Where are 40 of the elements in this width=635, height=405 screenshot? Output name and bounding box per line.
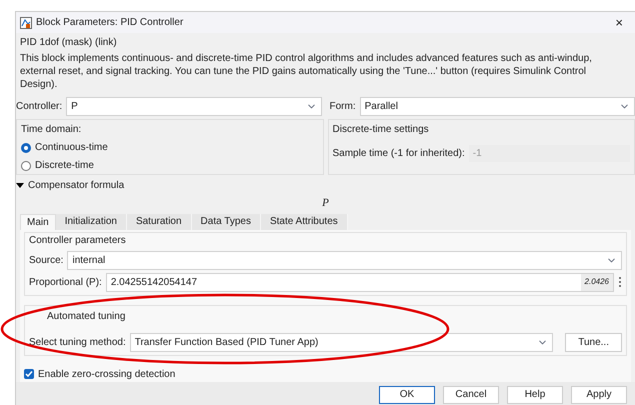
radio-label: Discrete-time	[35, 159, 94, 173]
panel-title: Time domain:	[21, 123, 82, 137]
dialog-button[interactable]: Cancel	[443, 386, 499, 404]
tab[interactable]: Initialization	[56, 214, 127, 230]
window-title: Block Parameters: PID Controller	[36, 16, 184, 30]
tune-button[interactable]: Tune...	[565, 332, 622, 352]
block-icon	[20, 16, 32, 28]
tab[interactable]: Saturation	[126, 214, 192, 230]
more-icon[interactable]	[618, 276, 622, 288]
form-label: Form:	[330, 100, 356, 114]
value-badge: 2.0426	[580, 274, 613, 290]
formula-text: P	[322, 196, 329, 211]
proportional-field[interactable]: 2.04255142054147 2.0426	[106, 272, 614, 292]
sample-time-label: Sample time (-1 for inherited):	[332, 147, 465, 161]
panel-title: Controller parameters	[29, 234, 127, 248]
tuning-method-dropdown[interactable]: Transfer Function Based (PID Tuner App)	[130, 332, 554, 352]
radio-button[interactable]	[21, 142, 31, 152]
checkbox[interactable]	[24, 369, 34, 379]
source-dropdown[interactable]: internal	[67, 250, 622, 270]
panel-title: Discrete-time settings	[332, 123, 430, 137]
proportional-label: Proportional (P):	[29, 276, 102, 290]
tuning-method-label: Select tuning method:	[29, 336, 126, 350]
close-button[interactable]: ×	[607, 16, 631, 29]
dialog-button[interactable]: OK	[379, 386, 435, 404]
checkbox-label: Enable zero-crossing detection	[38, 368, 176, 382]
mask-title: PID 1dof (mask) (link)	[20, 36, 118, 50]
dialog-button[interactable]: Help	[507, 386, 563, 404]
tab[interactable]: Data Types	[192, 214, 261, 230]
controller-dropdown[interactable]: P	[66, 97, 322, 116]
controller-label: Controller:	[16, 100, 62, 114]
form-dropdown[interactable]: Parallel	[360, 97, 635, 116]
source-label: Source:	[29, 254, 64, 268]
tab[interactable]: Main	[20, 214, 56, 230]
radio-button[interactable]	[21, 160, 31, 170]
dialog-button[interactable]: Apply	[571, 386, 627, 404]
panel-title: Automated tuning	[47, 310, 126, 324]
radio-label: Continuous-time	[35, 141, 108, 155]
tab[interactable]: State Attributes	[260, 214, 348, 230]
compensator-toggle[interactable]: Compensator formula	[16, 178, 124, 193]
description-text: This block implements continuous- and discrete-time PID control algorithms and includes advanced features such as anti-windup, external reset, and signal tracking. You can tune the PID gains automatically using the 'Tune...' button (requires Simulink Control Design).	[20, 52, 593, 92]
